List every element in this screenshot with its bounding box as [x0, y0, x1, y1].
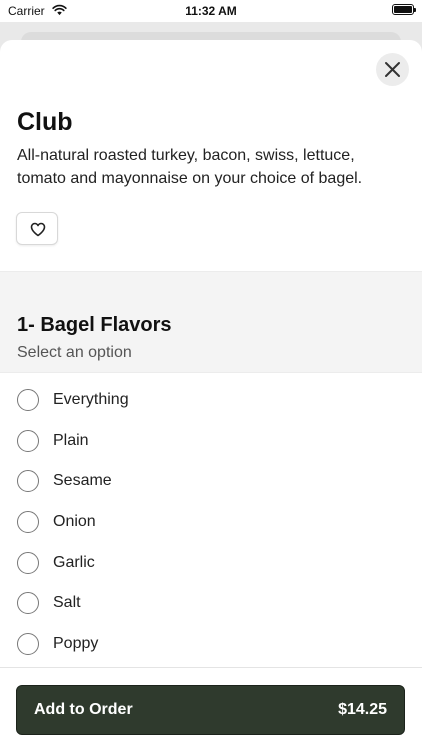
option-label: Everything [53, 391, 129, 408]
option-group-header: 1- Bagel Flavors Select an option [0, 271, 422, 373]
add-to-order-label: Add to Order [34, 701, 133, 718]
radio-button[interactable] [17, 633, 39, 656]
option-row[interactable]: Plain [0, 422, 422, 463]
option-list: Everything Plain Sesame Onion Garlic Sal… [0, 381, 422, 666]
option-row[interactable]: Sesame [0, 462, 422, 503]
heart-icon [30, 222, 46, 237]
close-button[interactable] [376, 53, 409, 86]
radio-button[interactable] [17, 429, 39, 452]
radio-button[interactable] [17, 511, 39, 534]
item-detail-sheet: Club All-natural roasted turkey, bacon, … [0, 40, 422, 750]
option-group-title: 1- Bagel Flavors [17, 314, 172, 336]
option-label: Poppy [53, 635, 99, 653]
option-row[interactable]: Onion [0, 503, 422, 544]
item-title: Club [17, 108, 73, 136]
option-label: Sesame [53, 472, 112, 490]
favorite-button[interactable] [16, 212, 58, 245]
option-label: Onion [53, 513, 96, 531]
battery-icon [392, 4, 416, 15]
radio-button[interactable] [17, 389, 39, 411]
option-label: Salt [53, 594, 81, 612]
option-row[interactable]: Everything [0, 381, 422, 422]
option-group-subtitle: Select an option [17, 344, 132, 361]
item-description: All-natural roasted turkey, bacon, swiss… [17, 147, 363, 187]
option-label: Plain [53, 431, 89, 449]
close-icon [385, 62, 400, 77]
add-to-order-button[interactable]: Add to Order $14.25 [16, 685, 405, 735]
status-time: 11:32 AM [185, 4, 237, 18]
radio-button[interactable] [17, 551, 39, 574]
option-row[interactable]: Garlic [0, 544, 422, 585]
option-row[interactable]: Salt [0, 584, 422, 625]
footer-bar: Add to Order $14.25 [0, 667, 422, 750]
order-price: $14.25 [338, 701, 387, 718]
option-label: Garlic [53, 553, 95, 571]
option-row[interactable]: Poppy [0, 625, 422, 666]
radio-button[interactable] [17, 470, 39, 493]
radio-button[interactable] [17, 592, 39, 615]
status-bar: Carrier 11:32 AM [0, 0, 422, 22]
